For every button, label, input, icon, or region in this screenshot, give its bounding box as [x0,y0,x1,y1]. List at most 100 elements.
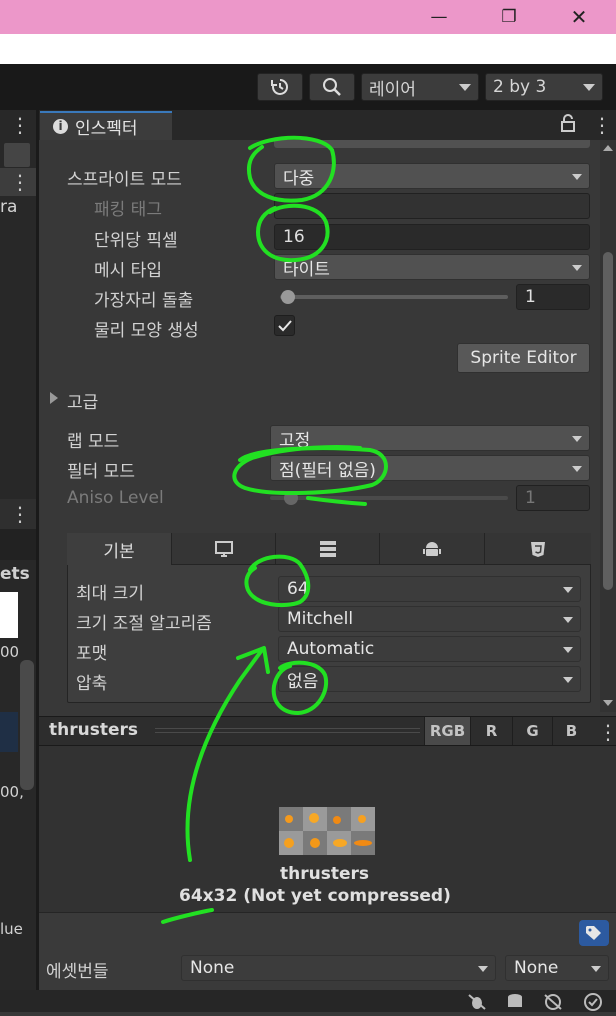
sprite-sheet-preview [279,807,375,855]
monitor-icon [214,540,233,557]
chevron-down-icon [478,966,488,972]
clipped-field [274,140,590,148]
android-icon [423,541,441,556]
wrap-mode-label: 랩 모드 [67,432,120,452]
advanced-foldout[interactable]: 고급 [67,388,98,413]
compression-dropdown[interactable]: 없음 [278,666,581,692]
packing-tag-field[interactable] [274,193,590,219]
chevron-down-icon [563,587,573,593]
preview-title: thrusters [49,720,138,740]
search-icon [323,78,341,96]
more-menu-icon[interactable]: ⋮ [10,170,30,194]
format-value: Automatic [287,639,375,659]
asset-bundle-name-dropdown[interactable]: None [181,955,496,981]
lock-icon[interactable] [560,113,576,138]
tab-standalone[interactable] [172,533,276,565]
aniso-slider-knob[interactable] [284,491,298,505]
layout-dropdown[interactable]: 2 by 3 [485,73,603,101]
server-icon [319,540,336,557]
history-icon [271,79,288,95]
max-size-value: 64 [287,579,309,599]
chevron-down-icon [572,436,582,442]
physics-shape-checkbox[interactable] [274,315,295,336]
packing-tag-label: 패킹 태그 [94,200,162,220]
tab-default-platform[interactable]: 기본 [67,533,172,565]
max-size-label: 최대 크기 [76,584,144,604]
close-button[interactable]: ✕ [556,0,602,34]
channel-g-button[interactable]: G [512,717,552,745]
tab-server[interactable] [276,533,380,565]
chevron-down-icon [572,466,582,472]
asset-bundle-variant-dropdown[interactable]: None [505,955,609,981]
scroll-down-icon[interactable] [603,700,613,706]
preview-asset-name: thrusters [280,864,369,884]
asset-bundle-label: 에셋번들 [46,962,109,982]
search-button[interactable] [309,73,355,101]
sprite-mode-value: 다중 [283,168,315,189]
inspector-scroll-thumb[interactable] [603,252,613,590]
more-menu-icon[interactable]: ⋮ [598,720,616,744]
compression-value: 없음 [287,671,319,692]
resize-algorithm-dropdown[interactable]: Mitchell [278,606,581,632]
history-button[interactable] [257,73,303,101]
sprite-mode-dropdown[interactable]: 다중 [274,163,590,189]
layers-dropdown[interactable]: 레이어 [361,73,479,101]
debug-icon[interactable] [467,993,487,1016]
extrude-field[interactable]: 1 [516,284,590,310]
aniso-slider-track[interactable] [270,496,508,500]
asset-thumbnail[interactable] [0,592,18,638]
expand-button[interactable] [4,143,30,167]
more-menu-icon[interactable]: ⋮ [592,113,612,137]
html5-icon [531,541,545,557]
channel-r-button[interactable]: R [470,717,512,745]
network-off-icon[interactable] [543,993,563,1016]
label-tag-button[interactable] [579,920,609,946]
chevron-down-icon [572,265,582,271]
channel-rgb-button[interactable]: RGB [424,717,470,745]
filter-mode-value: 점(필터 없음) [279,460,376,481]
tab-webgl[interactable] [485,533,591,565]
menu-bar [0,34,616,64]
mesh-type-label: 메시 타입 [94,261,162,281]
info-icon: i [53,119,68,134]
mesh-type-dropdown[interactable]: 타이트 [274,254,590,280]
minimize-button[interactable]: — [416,0,462,34]
chevron-down-icon [563,677,573,683]
aniso-level-field[interactable]: 1 [516,485,590,511]
sprite-mode-label: 스프라이트 모드 [67,170,182,190]
chevron-down-icon [459,84,471,91]
format-label: 포맷 [76,644,108,664]
cache-icon[interactable] [505,993,525,1016]
asset-thumbnail[interactable] [0,712,18,752]
left-scrollbar[interactable] [20,660,34,790]
tab-inspector[interactable]: i 인스펙터 [40,111,172,140]
ppu-field[interactable]: 16 [274,224,590,250]
check-circle-icon[interactable] [583,993,603,1016]
wrap-mode-value: 고정 [279,430,311,451]
layout-dropdown-label: 2 by 3 [493,77,547,97]
preview-drag-handle[interactable] [155,728,420,729]
asset-bundle-name-value: None [190,958,235,978]
scroll-up-icon[interactable] [603,145,613,151]
more-menu-icon[interactable]: ⋮ [10,502,30,526]
tag-icon [586,926,601,940]
preview-drag-handle[interactable] [155,732,420,733]
chevron-right-icon[interactable] [50,392,58,404]
tab-android[interactable] [380,533,485,565]
aniso-level-label: Aniso Level [67,488,164,508]
extrude-slider-knob[interactable] [281,290,295,304]
max-size-dropdown[interactable]: 64 [278,576,581,602]
restore-button[interactable]: ❐ [486,0,532,34]
sprite-editor-button[interactable]: Sprite Editor [457,343,590,373]
layers-dropdown-label: 레이어 [369,79,416,100]
left-fragment-text: 00 [0,643,20,661]
wrap-mode-dropdown[interactable]: 고정 [270,425,590,451]
channel-b-button[interactable]: B [552,717,590,745]
filter-mode-label: 필터 모드 [67,462,135,482]
mesh-type-value: 타이트 [283,259,330,280]
format-dropdown[interactable]: Automatic [278,636,581,662]
preview-asset-info: 64x32 (Not yet compressed) [179,886,451,906]
filter-mode-dropdown[interactable]: 점(필터 없음) [270,455,590,481]
extrude-slider-track[interactable] [280,295,508,299]
more-menu-icon[interactable]: ⋮ [10,113,30,137]
